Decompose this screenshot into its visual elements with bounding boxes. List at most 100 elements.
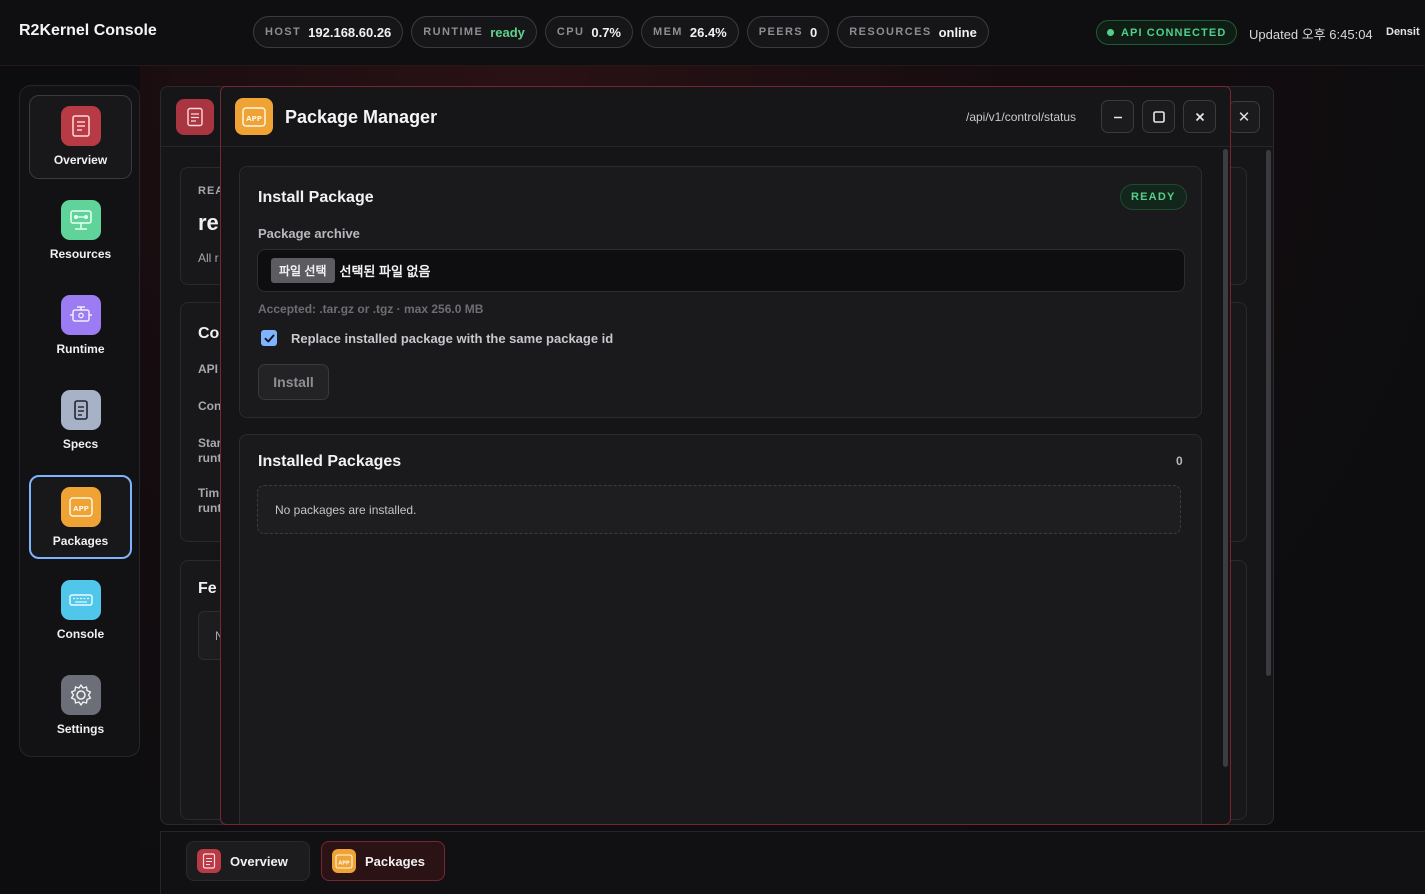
window-title: Package Manager bbox=[285, 107, 438, 127]
chip-value: 0.7% bbox=[591, 24, 621, 40]
minimize-button[interactable] bbox=[1101, 100, 1134, 133]
chip-key: RESOURCES bbox=[849, 26, 932, 38]
sidebar-item-packages[interactable]: APP Packages bbox=[29, 475, 132, 559]
overview-fragment: Con bbox=[198, 399, 222, 413]
document-icon bbox=[176, 99, 214, 135]
svg-text:APP: APP bbox=[73, 505, 89, 513]
engine-icon bbox=[60, 295, 101, 335]
updated-timestamp: Updated 오후 6:45:04 bbox=[1249, 27, 1373, 42]
document-icon bbox=[197, 849, 221, 873]
status-badge: READY bbox=[1120, 184, 1187, 210]
checkmark-icon bbox=[264, 334, 274, 342]
overview-scrollbar[interactable] bbox=[1266, 150, 1271, 676]
app-icon: APP bbox=[235, 98, 273, 135]
sidebar-item-settings[interactable]: Settings bbox=[29, 665, 132, 749]
sidebar-item-label: Runtime bbox=[56, 342, 105, 356]
package-file-input[interactable]: 파일 선택 선택된 파일 없음 bbox=[257, 249, 1185, 292]
top-bar: R2Kernel Console HOST 192.168.60.26 RUNT… bbox=[0, 0, 1425, 66]
app-icon: APP bbox=[332, 849, 356, 873]
overview-fragment: Tim bbox=[198, 486, 220, 500]
status-dot-icon bbox=[1107, 29, 1114, 36]
chip-value: online bbox=[938, 24, 977, 40]
chip-value: 26.4% bbox=[689, 24, 727, 40]
sidebar-item-resources[interactable]: Resources bbox=[29, 190, 132, 274]
taskbar-item-label: Packages bbox=[365, 853, 425, 869]
chip-key: HOST bbox=[265, 26, 302, 38]
app-icon: APP bbox=[60, 487, 101, 527]
accepted-formats-hint: Accepted: .tar.gz or .tgz · max 256.0 MB bbox=[258, 302, 484, 316]
package-manager-body: Install Package READY Package archive 파일… bbox=[221, 147, 1230, 824]
keyboard-icon bbox=[60, 580, 101, 620]
overview-fragment: All r bbox=[198, 251, 219, 265]
sidebar-item-console[interactable]: Console bbox=[29, 570, 132, 654]
gear-icon bbox=[60, 675, 101, 715]
chip-value: 0 bbox=[810, 24, 818, 40]
taskbar-item-overview[interactable]: Overview bbox=[186, 841, 310, 881]
api-status-text: API CONNECTED bbox=[1121, 26, 1227, 39]
sidebar-item-label: Packages bbox=[52, 534, 109, 548]
chip-key: CPU bbox=[556, 26, 585, 38]
api-path: /api/v1/control/status bbox=[966, 110, 1077, 124]
sidebar-item-specs[interactable]: Specs bbox=[29, 380, 132, 464]
overview-fragment: Star bbox=[198, 436, 222, 450]
overview-fragment: re bbox=[198, 210, 219, 235]
close-button[interactable] bbox=[1183, 100, 1216, 133]
install-package-card: Install Package READY Package archive 파일… bbox=[239, 166, 1202, 418]
field-label: Package archive bbox=[258, 226, 360, 241]
minimize-icon bbox=[1113, 116, 1122, 118]
selected-file-name: 선택된 파일 없음 bbox=[339, 264, 431, 279]
card-title: Installed Packages bbox=[258, 453, 402, 470]
sidebar-item-runtime[interactable]: Runtime bbox=[29, 285, 132, 369]
taskbar: Overview APP Packages bbox=[160, 831, 1425, 894]
chip-key: RUNTIME bbox=[423, 26, 484, 38]
replace-checkbox-label[interactable]: Replace installed package with the same … bbox=[291, 331, 613, 346]
replace-option: Replace installed package with the same … bbox=[261, 330, 613, 346]
api-status-badge: API CONNECTED bbox=[1096, 20, 1238, 45]
chip-value: ready bbox=[490, 24, 525, 40]
choose-file-button[interactable]: 파일 선택 bbox=[271, 258, 335, 283]
package-manager-window: APP Package Manager /api/v1/control/stat… bbox=[220, 86, 1231, 825]
chip-host: HOST 192.168.60.26 bbox=[253, 16, 404, 48]
density-toggle[interactable]: Densit bbox=[1386, 26, 1420, 38]
chip-cpu: CPU 0.7% bbox=[544, 16, 633, 48]
installed-count: 0 bbox=[1176, 454, 1183, 468]
svg-text:APP: APP bbox=[338, 860, 350, 866]
overview-fragment: API bbox=[198, 362, 219, 376]
chip-peers: PEERS 0 bbox=[746, 16, 830, 48]
overview-fragment: runt bbox=[198, 451, 222, 465]
maximize-button[interactable] bbox=[1142, 100, 1175, 133]
sidebar-item-overview[interactable]: Overview bbox=[29, 95, 132, 179]
overview-fragment: Co bbox=[198, 325, 220, 342]
status-chips: HOST 192.168.60.26 RUNTIME ready CPU 0.7… bbox=[253, 16, 989, 48]
chip-runtime: RUNTIME ready bbox=[411, 16, 537, 48]
installed-packages-card: Installed Packages 0 No packages are ins… bbox=[239, 434, 1202, 824]
sidebar-item-label: Specs bbox=[62, 437, 99, 451]
card-title: Install Package bbox=[258, 189, 374, 206]
chip-key: PEERS bbox=[758, 26, 804, 38]
chip-value: 192.168.60.26 bbox=[308, 24, 392, 40]
taskbar-item-packages[interactable]: APP Packages bbox=[321, 841, 445, 881]
chip-key: MEM bbox=[653, 26, 683, 38]
replace-checkbox[interactable] bbox=[261, 330, 277, 346]
network-icon bbox=[60, 200, 101, 240]
sidebar-item-label: Overview bbox=[53, 153, 108, 167]
install-button[interactable]: Install bbox=[258, 364, 329, 400]
chip-resources: RESOURCES online bbox=[837, 16, 989, 48]
spec-icon bbox=[60, 390, 101, 430]
package-manager-scrollbar[interactable] bbox=[1223, 149, 1228, 767]
overview-close-button[interactable]: ✕ bbox=[1228, 101, 1260, 133]
sidebar: Overview Resources Runtime Specs APP Pac… bbox=[19, 85, 140, 757]
close-icon bbox=[1195, 112, 1204, 121]
chip-mem: MEM 26.4% bbox=[641, 16, 739, 48]
empty-state: No packages are installed. bbox=[257, 485, 1181, 534]
package-manager-header: APP Package Manager /api/v1/control/stat… bbox=[221, 87, 1230, 147]
sidebar-item-label: Resources bbox=[49, 247, 112, 261]
sidebar-item-label: Console bbox=[56, 627, 105, 641]
taskbar-item-label: Overview bbox=[230, 853, 288, 869]
overview-fragment: runt bbox=[198, 501, 222, 515]
maximize-icon bbox=[1152, 110, 1165, 123]
document-icon bbox=[60, 106, 101, 146]
svg-text:APP: APP bbox=[246, 115, 262, 123]
app-title: R2Kernel Console bbox=[19, 22, 157, 39]
sidebar-item-label: Settings bbox=[56, 722, 105, 736]
